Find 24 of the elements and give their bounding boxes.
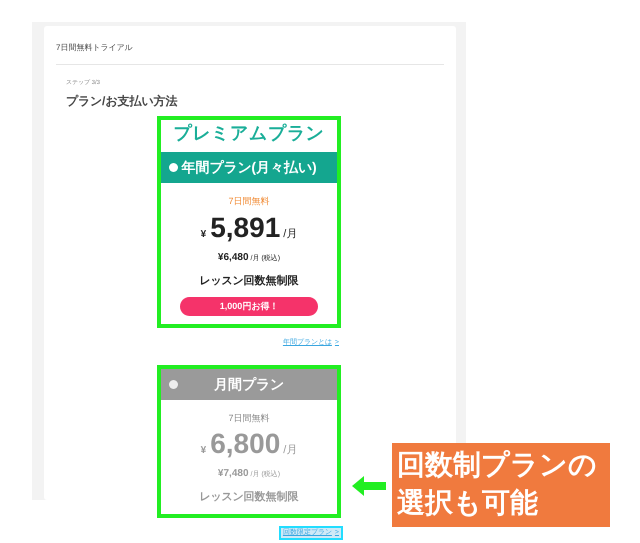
plan-name: 年間プラン(月々払い): [180, 158, 318, 177]
currency-symbol: ¥: [200, 228, 206, 242]
price-unit: /月: [283, 226, 298, 242]
trial-title: 7日間無料トライアル: [56, 42, 444, 65]
arrow-icon: [352, 476, 386, 496]
discount-badge: 1,000円お得！: [180, 297, 318, 316]
currency-symbol: ¥: [200, 444, 206, 458]
feature-label: レッスン回数無制限: [200, 490, 298, 505]
feature-label: レッスン回数無制限: [200, 274, 298, 288]
price: 6,800: [210, 429, 280, 459]
callout-box: 回数制プランの選択も可能: [392, 443, 610, 527]
tax-price: ¥6,480: [218, 250, 249, 264]
plan-name: 月間プラン: [213, 374, 285, 394]
tax-price: ¥7,480: [218, 467, 249, 481]
page-heading: プラン/お支払い方法: [66, 93, 178, 110]
plan-group-title: プレミアムプラン: [172, 122, 326, 145]
trial-label: 7日間無料: [228, 412, 270, 424]
radio-icon: [169, 163, 178, 172]
trial-label: 7日間無料: [228, 195, 270, 208]
plan-header[interactable]: 月間プラン: [161, 368, 337, 400]
price: 5,891: [210, 212, 280, 242]
radio-icon: [169, 380, 178, 388]
plan-header[interactable]: 年間プラン(月々払い): [161, 152, 337, 183]
price-unit: /月: [283, 443, 298, 458]
